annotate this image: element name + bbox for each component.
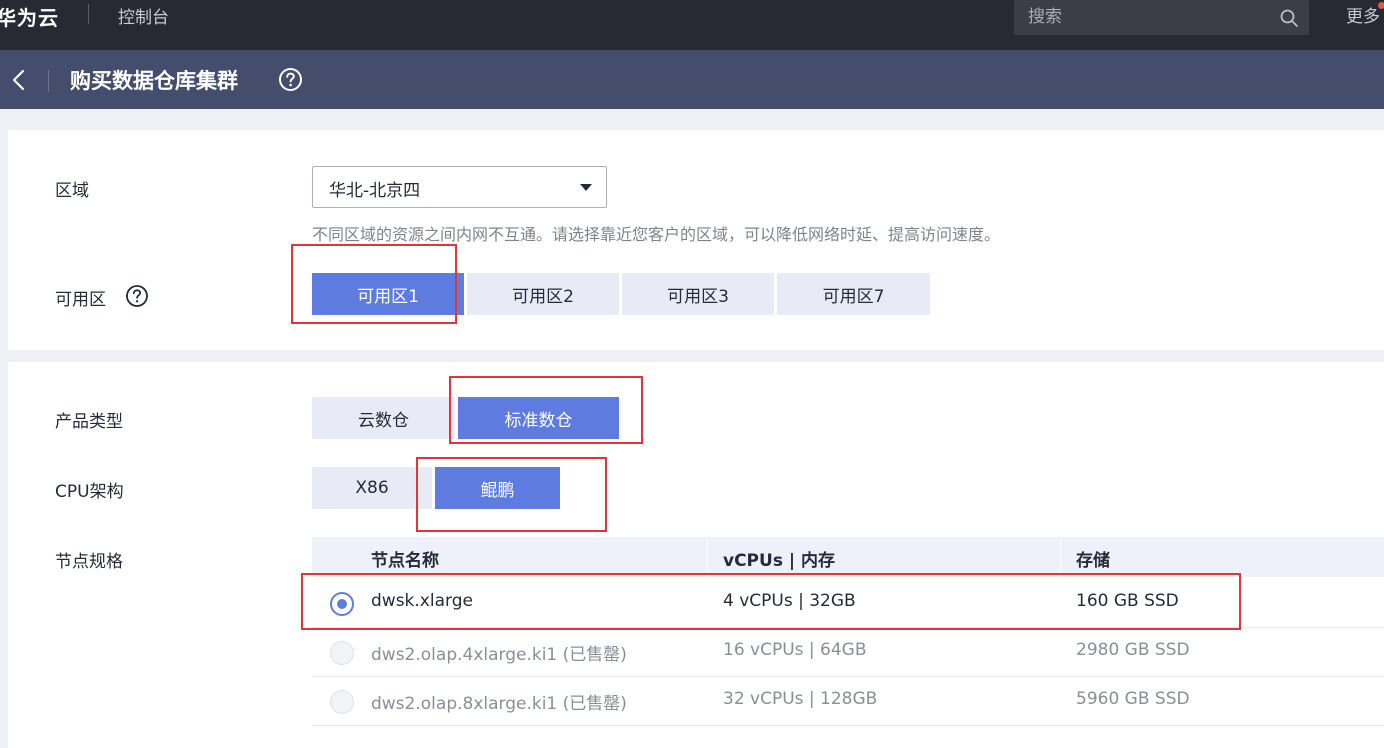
table-row: dws2.olap.8xlarge.ki1 (已售罄) 32 vCPUs | 1… xyxy=(312,677,1384,726)
az-help-icon[interactable] xyxy=(125,284,149,308)
node-name-cell: dws2.olap.8xlarge.ki1 (已售罄) xyxy=(371,694,627,714)
column-header-cpu-mem: vCPUs | 内存 xyxy=(723,551,835,571)
az-option-2[interactable]: 可用区2 xyxy=(467,273,619,315)
az-label: 可用区 xyxy=(55,290,106,310)
storage-cell: 5960 GB SSD xyxy=(1076,689,1190,709)
cpu-arch-x86[interactable]: X86 xyxy=(312,467,432,509)
more-menu-link[interactable]: 更多 xyxy=(1346,2,1380,27)
az-option-3[interactable]: 可用区3 xyxy=(622,273,774,315)
column-header-storage: 存储 xyxy=(1076,551,1110,571)
product-type-label: 产品类型 xyxy=(55,412,123,432)
node-spec-label: 节点规格 xyxy=(55,552,123,572)
page-title-bar: 购买数据仓库集群 xyxy=(0,50,1384,109)
column-separator xyxy=(707,537,708,577)
storage-cell: 2980 GB SSD xyxy=(1076,640,1190,660)
az-option-1[interactable]: 可用区1 xyxy=(312,273,464,315)
storage-cell: 160 GB SSD xyxy=(1076,591,1179,611)
cpu-mem-cell: 32 vCPUs | 128GB xyxy=(723,689,878,709)
az-option-7[interactable]: 可用区7 xyxy=(777,273,930,315)
radio-disabled xyxy=(330,641,354,665)
region-hint: 不同区域的资源之间内网不互通。请选择靠近您客户的区域，可以降低网络时延、提高访问… xyxy=(312,225,1001,244)
region-selected-value: 华北-北京四 xyxy=(329,181,421,201)
cpu-mem-cell: 4 vCPUs | 32GB xyxy=(723,591,856,611)
caret-down-icon xyxy=(580,184,592,191)
search-icon[interactable] xyxy=(1279,8,1299,28)
title-divider xyxy=(48,70,49,92)
column-separator xyxy=(1060,537,1061,577)
table-row[interactable]: dwsk.xlarge 4 vCPUs | 32GB 160 GB SSD xyxy=(312,579,1384,628)
notification-dot xyxy=(1378,2,1384,9)
brand-logo-text[interactable]: 华为云 xyxy=(0,2,59,31)
radio-selected[interactable] xyxy=(330,592,354,616)
search-box xyxy=(1014,0,1309,35)
column-header-node-name: 节点名称 xyxy=(371,551,439,571)
cpu-arch-kunpeng[interactable]: 鲲鹏 xyxy=(435,467,560,509)
product-type-cloud-dw[interactable]: 云数仓 xyxy=(312,397,455,439)
top-nav-bar: 华为云 控制台 更多 xyxy=(0,0,1384,50)
radio-disabled xyxy=(330,690,354,714)
region-select[interactable]: 华北-北京四 xyxy=(312,166,607,208)
node-name-cell: dws2.olap.4xlarge.ki1 (已售罄) xyxy=(371,645,627,665)
spec-table-header: 节点名称 vCPUs | 内存 存储 xyxy=(312,537,1384,577)
search-input[interactable] xyxy=(1028,4,1268,30)
back-arrow-icon[interactable] xyxy=(10,68,28,92)
node-name-cell: dwsk.xlarge xyxy=(371,591,473,611)
cpu-arch-label: CPU架构 xyxy=(55,482,124,502)
cpu-mem-cell: 16 vCPUs | 64GB xyxy=(723,640,867,660)
region-label: 区域 xyxy=(55,181,89,201)
table-row: dws2.olap.4xlarge.ki1 (已售罄) 16 vCPUs | 6… xyxy=(312,628,1384,677)
top-divider xyxy=(88,4,89,24)
help-icon[interactable] xyxy=(278,67,303,92)
page-title: 购买数据仓库集群 xyxy=(70,69,238,93)
console-link[interactable]: 控制台 xyxy=(118,3,169,28)
product-type-standard-dw[interactable]: 标准数仓 xyxy=(458,397,619,439)
